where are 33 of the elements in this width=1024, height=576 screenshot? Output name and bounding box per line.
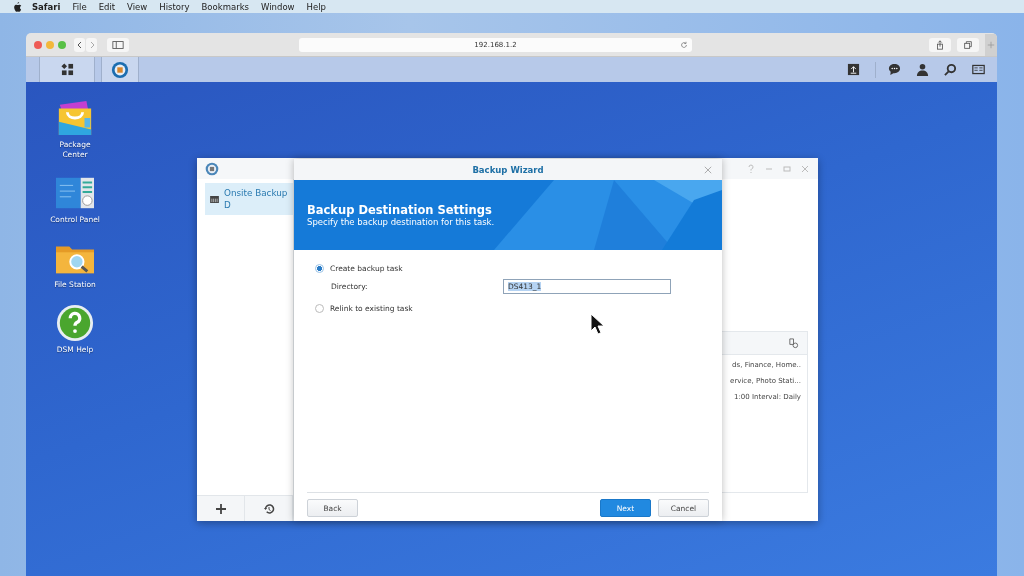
menu-item[interactable]: History: [159, 1, 190, 12]
task-item[interactable]: Onsite Backup D: [205, 183, 293, 215]
radio-button[interactable]: [315, 263, 324, 273]
shopping-bag-icon[interactable]: [56, 99, 94, 137]
share-icon[interactable]: [929, 37, 951, 52]
sidebar-icon[interactable]: [107, 37, 129, 52]
backup-app-icon: [205, 161, 219, 176]
banner-heading: Backup Destination Settings: [307, 203, 493, 217]
upload-icon[interactable]: [847, 63, 860, 76]
menu-item[interactable]: Safari: [32, 1, 61, 12]
nas-icon: [210, 195, 219, 203]
banner-subtitle: Specify the backup destination for this task.: [307, 217, 496, 227]
menu-item[interactable]: Edit: [98, 1, 116, 12]
apple-icon[interactable]: [13, 1, 22, 12]
backup-app-icon[interactable]: [101, 57, 139, 82]
menu-item[interactable]: Window: [261, 1, 295, 12]
chat-icon[interactable]: [888, 63, 901, 76]
cursor-icon: [590, 313, 604, 335]
search-icon[interactable]: [944, 63, 957, 76]
close-icon[interactable]: [34, 40, 42, 49]
menu-item[interactable]: File: [72, 1, 87, 12]
reload-icon[interactable]: [680, 40, 688, 49]
menu-item[interactable]: View: [127, 1, 148, 12]
menu-item[interactable]: Help: [306, 1, 326, 12]
menu-item[interactable]: Bookmarks: [201, 1, 250, 12]
main-menu-icon[interactable]: [39, 57, 95, 82]
help-icon[interactable]: [56, 304, 94, 342]
tabs-icon[interactable]: [957, 37, 979, 52]
dialog-title: Backup Wizard: [472, 164, 544, 175]
user-icon[interactable]: [916, 63, 929, 76]
widgets-icon[interactable]: [972, 63, 985, 76]
radio-button[interactable]: [315, 303, 324, 313]
back-icon[interactable]: [74, 37, 85, 52]
